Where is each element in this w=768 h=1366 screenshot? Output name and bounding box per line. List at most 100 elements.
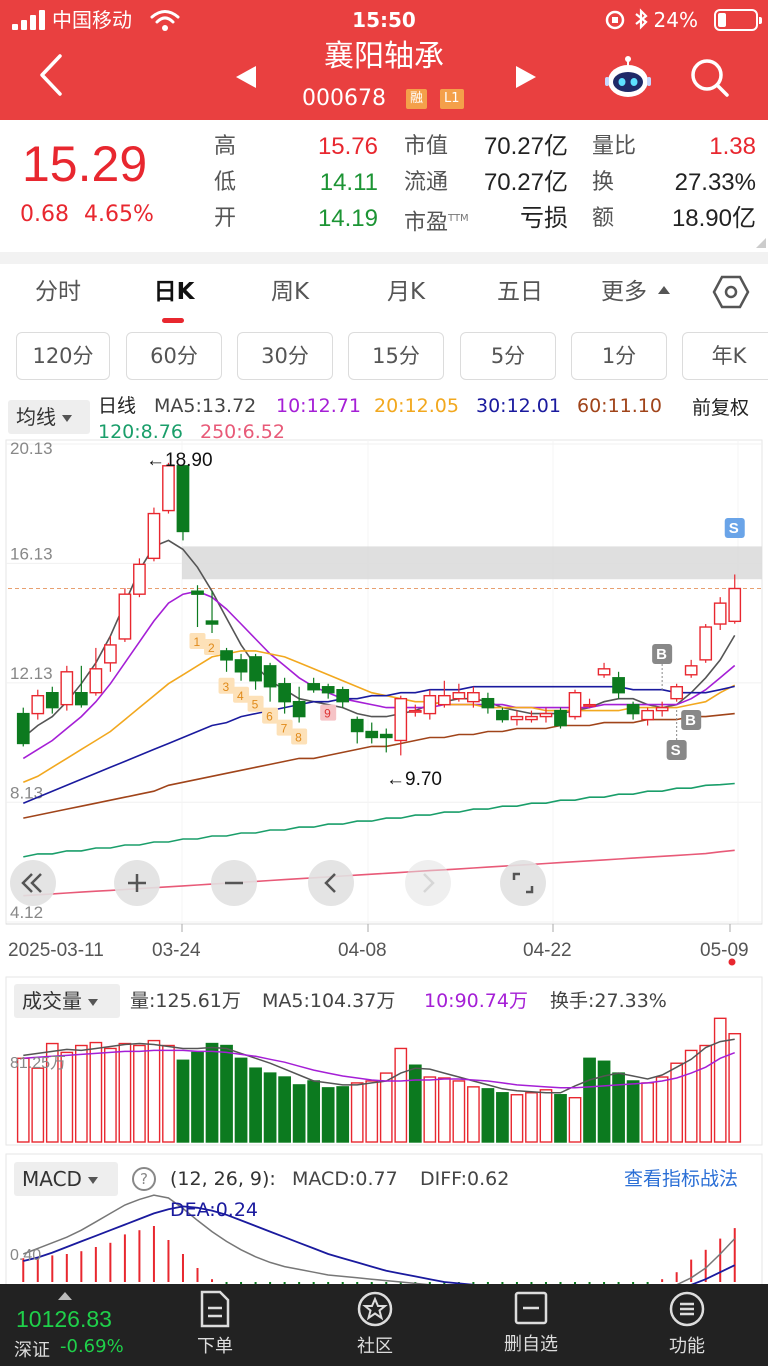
- tab-intraday[interactable]: 分时: [18, 270, 98, 314]
- search-icon[interactable]: [688, 56, 730, 98]
- volratio-value: 1.38: [709, 133, 756, 160]
- candle-up: [539, 712, 553, 718]
- macd-chip[interactable]: MACD: [14, 1162, 118, 1196]
- scroll-left-button[interactable]: [308, 860, 354, 906]
- candle-up: [684, 665, 698, 676]
- zoom-in-button[interactable]: [114, 860, 160, 906]
- tab-five-day[interactable]: 五日: [480, 270, 560, 314]
- btn-30-min[interactable]: 30分: [237, 332, 333, 380]
- vol-turnover: 换手:27.33%: [550, 990, 667, 1012]
- candle-down: [292, 700, 306, 718]
- legend-ma120: 120:8.76: [98, 421, 183, 443]
- volume-bar-up: [641, 1082, 654, 1143]
- volume-bar-down: [496, 1092, 509, 1143]
- legend-ma60: 60:11.10: [577, 395, 662, 417]
- nav-functions[interactable]: 功能: [642, 1290, 732, 1364]
- btn-60-min[interactable]: 60分: [126, 332, 222, 380]
- volume-bar-up: [684, 1049, 698, 1143]
- zoom-out-button[interactable]: [211, 860, 257, 906]
- low-annotation: ←9.70: [386, 769, 442, 790]
- scroll-right-button[interactable]: [405, 860, 451, 906]
- robot-assistant-icon[interactable]: [604, 54, 652, 100]
- candle-down: [205, 620, 219, 625]
- candle-down: [191, 590, 204, 595]
- volume-bar-up: [394, 1047, 408, 1143]
- tab-weekly-k[interactable]: 周K: [250, 270, 330, 314]
- candle-up: [670, 686, 684, 700]
- candle-down: [278, 683, 291, 703]
- volume-bar-down: [612, 1072, 625, 1143]
- volume-bar-up: [133, 1044, 146, 1143]
- candle-down: [176, 465, 190, 533]
- adjust-mode[interactable]: 前复权: [692, 396, 749, 420]
- next-stock-icon[interactable]: [512, 64, 540, 90]
- candle-down: [350, 718, 364, 733]
- nav-order[interactable]: 下单: [170, 1290, 260, 1364]
- macd-axis-label: 0.40: [10, 1247, 41, 1264]
- ma-indicator-chip[interactable]: 均线: [8, 400, 90, 434]
- chevron-left-icon: [324, 873, 336, 893]
- strategy-link[interactable]: 查看指标战法: [624, 1167, 738, 1191]
- tab-more[interactable]: 更多: [592, 270, 656, 314]
- nav-remove-watchlist[interactable]: 删自选: [486, 1290, 576, 1364]
- btn-15-min[interactable]: 15分: [348, 332, 444, 380]
- tab-daily-k[interactable]: 日K: [134, 270, 214, 314]
- low-label: 低: [214, 170, 237, 195]
- zoom-out-all-button[interactable]: [10, 860, 56, 906]
- volume-bar-up: [713, 1017, 727, 1143]
- price-change-pct: 4.65%: [84, 202, 154, 227]
- candle-up: [408, 709, 422, 713]
- order-document-icon: [200, 1290, 230, 1328]
- volume-bar-down: [292, 1084, 306, 1143]
- caret-down-icon: [88, 999, 98, 1006]
- volume-bar-down: [554, 1094, 567, 1143]
- high-annotation: ←18.90: [146, 450, 213, 471]
- candle-down: [379, 733, 393, 739]
- btn-5-min[interactable]: 5分: [460, 332, 556, 380]
- btn-1-min[interactable]: 1分: [571, 332, 667, 380]
- candle-up: [423, 694, 437, 715]
- volume-bar-down: [205, 1042, 219, 1143]
- btn-year-k[interactable]: 年K: [682, 332, 768, 380]
- volume-bar-down: [626, 1080, 640, 1143]
- candle-up: [452, 692, 466, 700]
- x-tick-label: 05-09: [700, 940, 749, 961]
- stock-code: 000678: [302, 86, 386, 111]
- last-price: 15.29: [22, 136, 148, 192]
- fullscreen-icon: [512, 872, 534, 894]
- open-label: 开: [214, 206, 237, 231]
- volume-bar-up: [467, 1086, 480, 1143]
- candle-up: [467, 692, 480, 703]
- chart-canvas: 20.1316.1312.138.134.12←18.90←9.701 23456…: [5, 439, 763, 1284]
- expand-corner-icon[interactable]: [756, 238, 766, 248]
- volume-chip[interactable]: 成交量: [14, 984, 120, 1018]
- volume-bar-up: [89, 1041, 103, 1143]
- caret-up-icon: [658, 286, 670, 294]
- candle-down: [234, 659, 248, 673]
- amount-value: 18.90亿: [671, 205, 756, 232]
- candle-up: [583, 703, 596, 707]
- candle-down: [612, 677, 625, 694]
- index-expand-icon[interactable]: [58, 1292, 72, 1300]
- series-label: 日线: [98, 395, 137, 417]
- nav-remove-watchlist-label: 删自选: [504, 1334, 558, 1355]
- volume-bar-up: [74, 1044, 88, 1143]
- legend-ma20: 20:12.05: [374, 395, 459, 417]
- fullscreen-button[interactable]: [500, 860, 546, 906]
- nav-community[interactable]: 社区: [330, 1290, 420, 1364]
- volume-bar-up: [365, 1080, 379, 1143]
- macd-help-icon[interactable]: ?: [132, 1167, 156, 1191]
- kline-chart[interactable]: 20.13 16.13 12.13 8.13 4.12 ←18.90 ←9.70 1 2 3 4 5 6…: [0, 392, 768, 1284]
- candle-down: [263, 665, 277, 688]
- settings-hexagon-icon[interactable]: [712, 274, 750, 310]
- volume-bar-down: [220, 1044, 233, 1143]
- candle-up: [31, 694, 45, 715]
- btn-120-min[interactable]: 120分: [16, 332, 110, 380]
- kline-frame: [5, 439, 763, 925]
- index-value[interactable]: 10126.83: [16, 1306, 112, 1333]
- candle-up: [147, 512, 161, 560]
- x-tick-label: 04-22: [523, 940, 572, 961]
- tab-monthly-k[interactable]: 月K: [366, 270, 446, 314]
- candle-down: [249, 656, 262, 682]
- turnover-label: 换: [592, 170, 615, 195]
